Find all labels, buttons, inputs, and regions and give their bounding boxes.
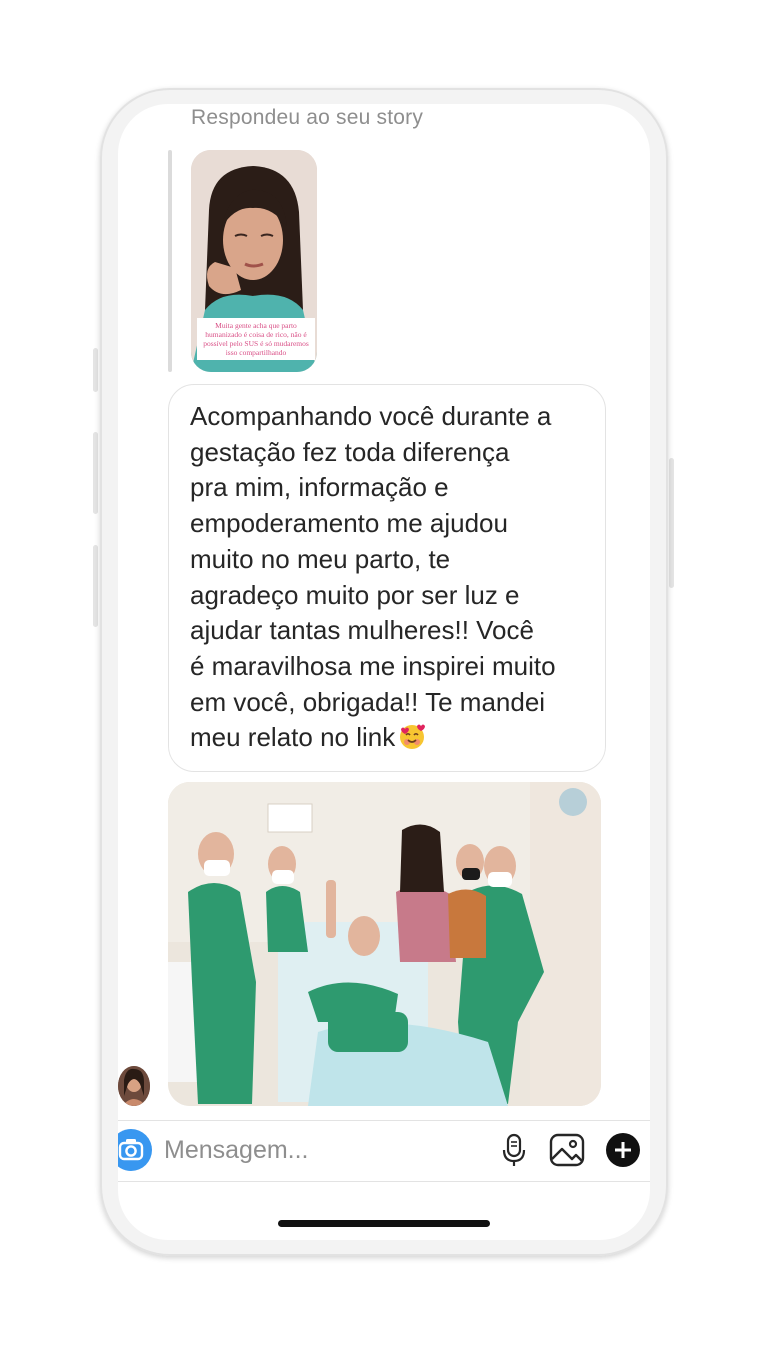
volume-up-button: [93, 432, 98, 514]
mute-switch: [93, 348, 98, 392]
message-input[interactable]: [164, 1129, 464, 1171]
microphone-button[interactable]: [495, 1131, 533, 1169]
plus-button[interactable]: [604, 1131, 642, 1169]
message-body: Acompanhando você durante a gestação fez…: [190, 401, 556, 753]
attached-photo[interactable]: [168, 782, 601, 1106]
sender-avatar[interactable]: [118, 1066, 150, 1106]
avatar-image: [118, 1066, 150, 1106]
message-bubble[interactable]: Acompanhando você durante a gestação fez…: [168, 384, 606, 772]
camera-icon: [118, 1139, 144, 1161]
reply-indicator-bar: [168, 150, 172, 372]
home-indicator[interactable]: [278, 1220, 490, 1227]
gallery-button[interactable]: [548, 1131, 586, 1169]
story-overlay-text: Muita gente acha que parto humanizado é …: [197, 318, 315, 360]
smiling-face-with-hearts-icon: [400, 724, 426, 750]
message-text: Acompanhando você durante a gestação fez…: [190, 399, 590, 756]
chat-screen: Respondeu ao seu story Muita gente acha …: [118, 104, 650, 1240]
story-thumbnail[interactable]: Muita gente acha que parto humanizado é …: [191, 150, 317, 372]
camera-button[interactable]: [118, 1129, 152, 1171]
gallery-icon: [549, 1133, 585, 1167]
plus-icon: [606, 1133, 640, 1167]
power-button: [669, 458, 674, 588]
message-composer: [118, 1120, 650, 1182]
story-reply-caption: Respondeu ao seu story: [191, 106, 424, 129]
volume-down-button: [93, 545, 98, 627]
microphone-icon: [502, 1133, 526, 1166]
hospital-group-photo: [168, 782, 601, 1106]
